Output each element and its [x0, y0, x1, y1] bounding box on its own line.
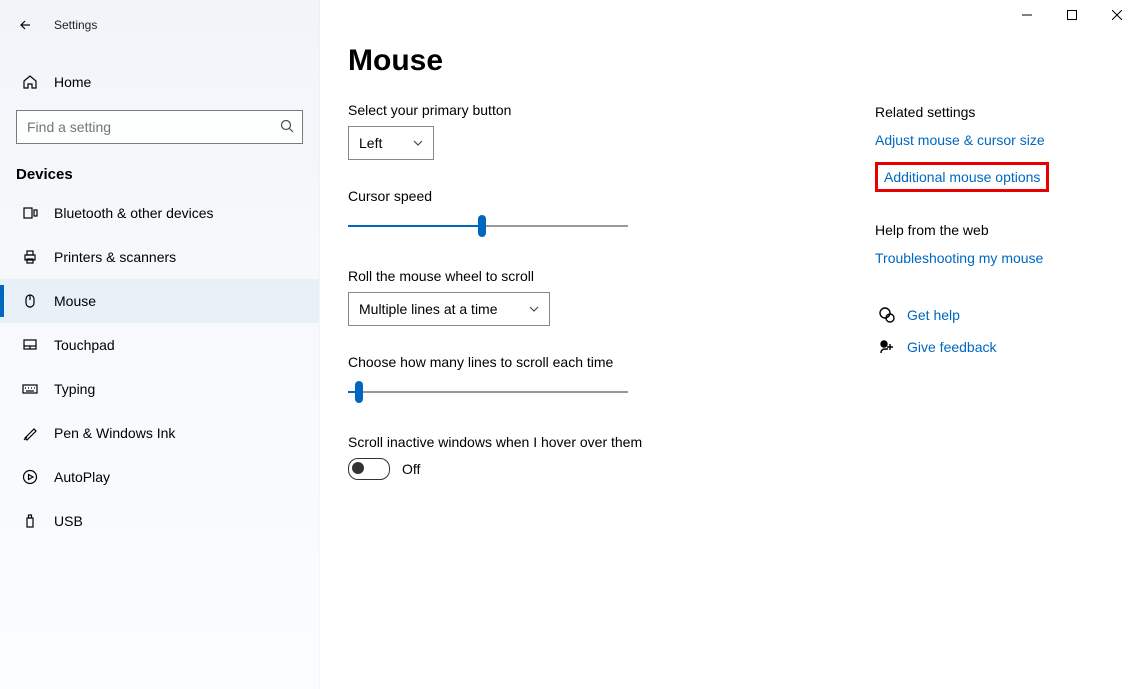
- printer-icon: [20, 248, 40, 266]
- adjust-cursor-link[interactable]: Adjust mouse & cursor size: [875, 132, 1115, 148]
- sidebar-group-header: Devices: [16, 166, 303, 183]
- window-title: Settings: [54, 18, 97, 32]
- wheel-mode-select[interactable]: Multiple lines at a time: [348, 292, 550, 326]
- scroll-inactive-state: Off: [402, 461, 420, 477]
- sidebar-item-mouse[interactable]: Mouse: [0, 279, 319, 323]
- cursor-speed-slider[interactable]: [348, 212, 628, 240]
- get-help-icon: [875, 306, 899, 324]
- sidebar-item-label: USB: [54, 513, 83, 529]
- sidebar-home[interactable]: Home: [0, 60, 319, 104]
- sidebar-item-autoplay[interactable]: AutoPlay: [0, 455, 319, 499]
- search-input[interactable]: [25, 118, 249, 136]
- toggle-knob: [352, 462, 364, 474]
- pen-icon: [20, 424, 40, 442]
- usb-icon: [20, 512, 40, 530]
- sidebar-item-label: Typing: [54, 381, 95, 397]
- sidebar-item-label: Bluetooth & other devices: [54, 205, 214, 221]
- primary-button-value: Left: [359, 135, 382, 151]
- primary-button-select[interactable]: Left: [348, 126, 434, 160]
- get-help-link[interactable]: Get help: [907, 307, 960, 323]
- sidebar-item-label: Touchpad: [54, 337, 115, 353]
- sidebar-item-label: AutoPlay: [54, 469, 110, 485]
- give-feedback-link[interactable]: Give feedback: [907, 339, 997, 355]
- devices-icon: [20, 204, 40, 222]
- sidebar-item-printers[interactable]: Printers & scanners: [0, 235, 319, 279]
- sidebar-item-usb[interactable]: USB: [0, 499, 319, 543]
- slider-track: [348, 391, 628, 393]
- feedback-icon: [875, 338, 899, 356]
- sidebar-home-label: Home: [54, 74, 91, 90]
- help-title: Help from the web: [875, 222, 1115, 238]
- search-icon: [280, 119, 294, 136]
- touchpad-icon: [20, 336, 40, 354]
- home-icon: [20, 73, 40, 91]
- slider-fill: [348, 225, 482, 227]
- sidebar-item-label: Printers & scanners: [54, 249, 176, 265]
- keyboard-icon: [20, 380, 40, 398]
- sidebar-item-pen[interactable]: Pen & Windows Ink: [0, 411, 319, 455]
- related-settings: Related settings Adjust mouse & cursor s…: [875, 104, 1115, 370]
- sidebar: Settings Home Devices Bluetooth & other …: [0, 0, 320, 689]
- scroll-inactive-toggle[interactable]: [348, 458, 390, 480]
- related-title: Related settings: [875, 104, 1115, 120]
- mouse-icon: [20, 292, 40, 310]
- chevron-down-icon: [529, 301, 539, 317]
- scroll-inactive-label: Scroll inactive windows when I hover ove…: [348, 434, 1139, 450]
- troubleshoot-link[interactable]: Troubleshooting my mouse: [875, 250, 1115, 266]
- search-box[interactable]: [16, 110, 303, 144]
- sidebar-item-typing[interactable]: Typing: [0, 367, 319, 411]
- additional-options-link[interactable]: Additional mouse options: [884, 169, 1040, 185]
- autoplay-icon: [20, 468, 40, 486]
- lines-per-scroll-slider[interactable]: [348, 378, 628, 406]
- sidebar-item-label: Pen & Windows Ink: [54, 425, 175, 441]
- slider-thumb[interactable]: [478, 215, 486, 237]
- sidebar-item-bluetooth[interactable]: Bluetooth & other devices: [0, 191, 319, 235]
- slider-thumb[interactable]: [355, 381, 363, 403]
- page-title: Mouse: [348, 44, 1139, 78]
- wheel-mode-value: Multiple lines at a time: [359, 301, 498, 317]
- sidebar-item-touchpad[interactable]: Touchpad: [0, 323, 319, 367]
- back-button[interactable]: [6, 10, 46, 40]
- additional-options-highlight: Additional mouse options: [875, 162, 1049, 192]
- sidebar-item-label: Mouse: [54, 293, 96, 309]
- chevron-down-icon: [413, 135, 423, 151]
